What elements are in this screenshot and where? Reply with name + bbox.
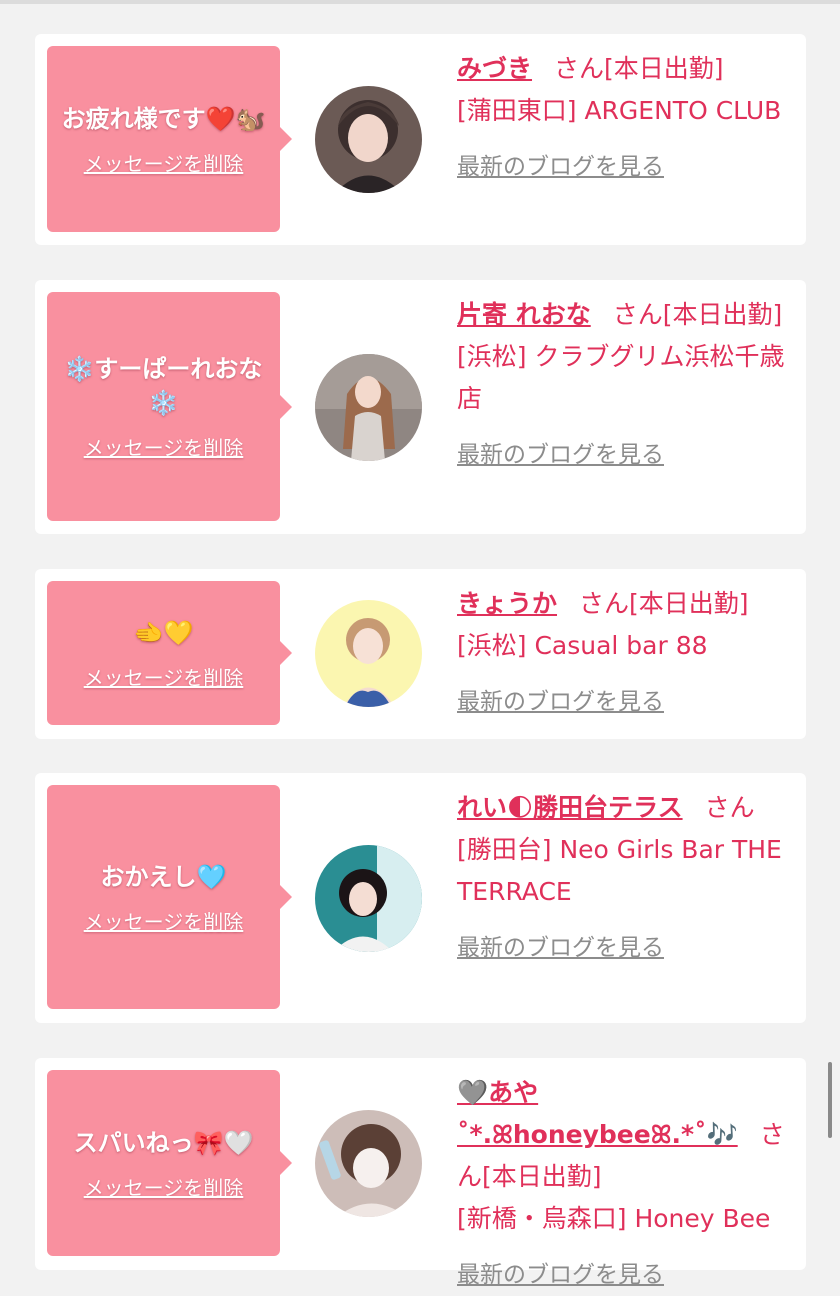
cast-name-link[interactable]: れい🌓勝田台テラス: [457, 793, 683, 822]
delete-message-link[interactable]: メッセージを削除: [84, 906, 244, 935]
message-text: おかえし🩵: [100, 862, 227, 891]
cast-info: きょうか さん[本日出勤] [浜松] Casual bar 88 最新のブログを見…: [457, 583, 792, 723]
cast-info: みづき さん[本日出勤] [蒲田東口] ARGENTO CLUB 最新のブログを見…: [457, 48, 792, 188]
message-bubble: お疲れ様です❤️🐿️ メッセージを削除: [47, 46, 292, 232]
message-card: おかえし🩵 メッセージを削除 れい🌓勝田台テラス さん [勝田台] Neo Gir…: [35, 773, 806, 1023]
avatar[interactable]: [315, 600, 422, 707]
cast-status: さん[本日出勤]: [579, 589, 749, 618]
cast-status: さん[本日出勤]: [612, 300, 783, 329]
cast-status: さん: [704, 793, 755, 822]
store-name: [新橋・烏森口] Honey Bee: [457, 1204, 771, 1233]
message-card: お疲れ様です❤️🐿️ メッセージを削除 みづき さん[本日出勤] [蒲田東口] A…: [35, 34, 806, 245]
delete-message-link[interactable]: メッセージを削除: [84, 662, 244, 691]
cast-name-link[interactable]: 片寄 れおな: [457, 300, 591, 329]
cast-name-link[interactable]: きょうか: [457, 589, 557, 618]
latest-blog-link[interactable]: 最新のブログを見る: [457, 434, 792, 476]
message-bubble: おかえし🩵 メッセージを削除: [47, 785, 292, 1009]
message-bubble: 🫲💛 メッセージを削除: [47, 581, 292, 725]
latest-blog-link[interactable]: 最新のブログを見る: [457, 146, 792, 188]
message-text: ❄️すーぱーれおな❄️: [64, 355, 263, 417]
scrollbar[interactable]: [828, 1062, 832, 1138]
avatar[interactable]: [315, 845, 422, 952]
latest-blog-link[interactable]: 最新のブログを見る: [457, 927, 792, 969]
cast-status: さん[本日出勤]: [554, 54, 724, 83]
delete-message-link[interactable]: メッセージを削除: [84, 148, 244, 177]
cast-name-link[interactable]: みづき: [457, 54, 532, 83]
delete-message-link[interactable]: メッセージを削除: [84, 432, 244, 461]
store-name: [浜松] Casual bar 88: [457, 631, 708, 660]
latest-blog-link[interactable]: 最新のブログを見る: [457, 1254, 792, 1296]
store-name: [浜松] クラブグリム浜松千歳店: [457, 342, 785, 413]
message-bubble: ❄️すーぱーれおな❄️ メッセージを削除: [47, 292, 292, 521]
message-text: スパいねっ🎀🤍: [73, 1128, 254, 1157]
message-card: ❄️すーぱーれおな❄️ メッセージを削除 片寄 れおな さん[本日出勤] [浜松]…: [35, 280, 806, 534]
top-divider: [0, 0, 840, 4]
cast-info: 片寄 れおな さん[本日出勤] [浜松] クラブグリム浜松千歳店 最新のブログを見…: [457, 294, 792, 476]
cast-name-link[interactable]: 🩶あや˚*.ꕤhoneybeeꕤ.*˚🎶: [457, 1078, 738, 1149]
store-name: [勝田台] Neo Girls Bar THE TERRACE: [457, 835, 782, 906]
delete-message-link[interactable]: メッセージを削除: [84, 1172, 244, 1201]
cast-info: 🩶あや˚*.ꕤhoneybeeꕤ.*˚🎶 さん[本日出勤] [新橋・烏森口] Ho…: [457, 1072, 792, 1296]
avatar[interactable]: [315, 1110, 422, 1217]
message-text: お疲れ様です❤️🐿️: [61, 104, 266, 133]
avatar[interactable]: [315, 354, 422, 461]
message-bubble: スパいねっ🎀🤍 メッセージを削除: [47, 1070, 292, 1256]
cast-info: れい🌓勝田台テラス さん [勝田台] Neo Girls Bar THE TERR…: [457, 787, 792, 969]
latest-blog-link[interactable]: 最新のブログを見る: [457, 681, 792, 723]
message-text: 🫲💛: [133, 618, 194, 647]
message-card: 🫲💛 メッセージを削除 きょうか さん[本日出勤] [浜松] Casual bar…: [35, 569, 806, 739]
avatar[interactable]: [315, 86, 422, 193]
message-card: スパいねっ🎀🤍 メッセージを削除 🩶あや˚*.ꕤhoneybeeꕤ.*˚🎶 さん[…: [35, 1058, 806, 1288]
store-name: [蒲田東口] ARGENTO CLUB: [457, 96, 782, 125]
